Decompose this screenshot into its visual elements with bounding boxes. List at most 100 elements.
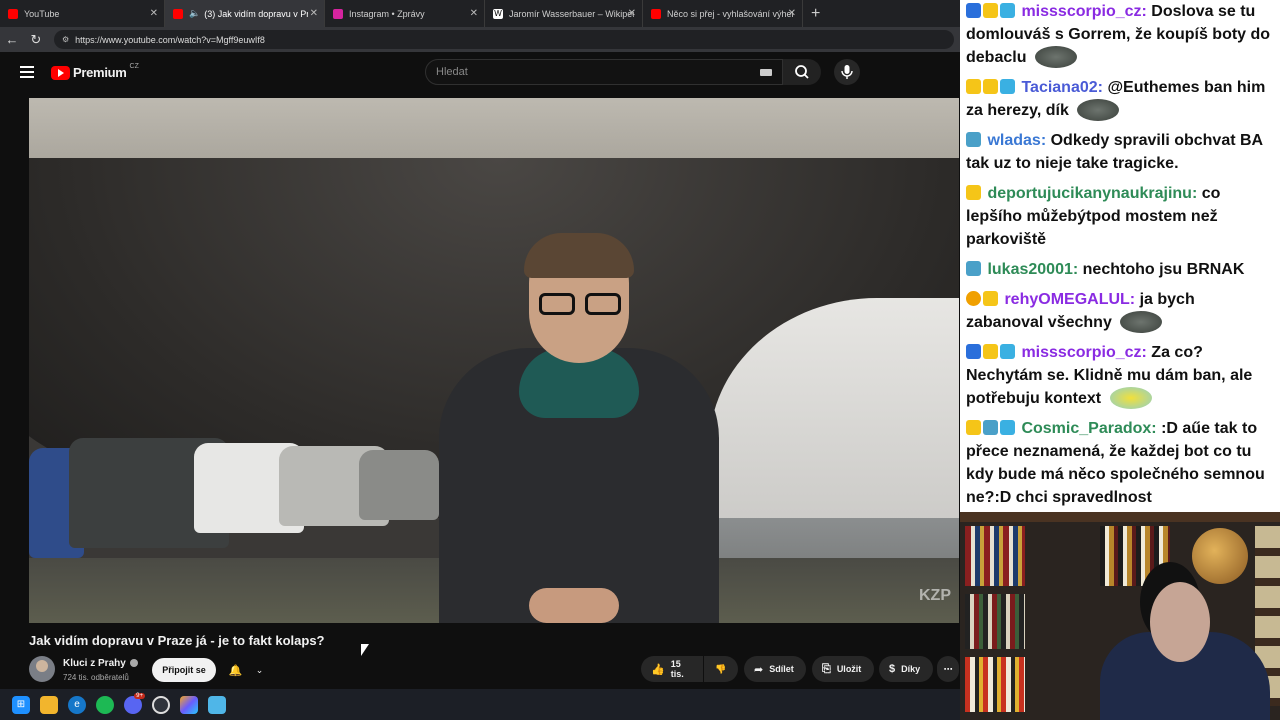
chat-username[interactable]: deportujucikanynaukrajinu (987, 185, 1191, 202)
youtube-logo[interactable]: Premium CZ (51, 63, 139, 80)
chat-username[interactable]: Taciana02 (1021, 79, 1097, 96)
youtube-favicon-icon (8, 8, 18, 19)
search-placeholder: Hledat (436, 66, 468, 78)
video-scene-car (359, 450, 439, 520)
badge-icon (966, 344, 981, 359)
cam-scene-globe (1192, 528, 1248, 584)
thumbs-down-icon: 👎 (715, 663, 727, 674)
file-explorer-icon[interactable] (40, 695, 58, 714)
chat-text: nechtoho jsu BRNAK (1082, 261, 1245, 278)
chat-username[interactable]: missscorpio_cz (1021, 344, 1141, 361)
close-icon[interactable]: ✕ (628, 8, 636, 19)
chat-username[interactable]: wladas (987, 132, 1040, 149)
tab-neco-si-prej[interactable]: Něco si přej - vyhlašování výherců ✕ (643, 0, 803, 27)
obs-icon[interactable] (152, 695, 170, 714)
close-icon[interactable]: ✕ (788, 8, 796, 19)
dislike-button[interactable]: 👎 (704, 656, 738, 682)
reload-icon[interactable]: ↻ (24, 32, 48, 48)
video-watermark: KZP (919, 587, 951, 604)
more-actions-button[interactable]: ⋯ (937, 656, 959, 682)
badge-icon (1000, 420, 1015, 435)
youtube-play-icon (51, 65, 70, 80)
copilot-icon[interactable] (180, 695, 198, 714)
chat-message: lukas20001: nechtoho jsu BRNAK (966, 258, 1274, 281)
notepad-icon[interactable] (208, 695, 226, 714)
channel-avatar[interactable] (29, 656, 55, 682)
voice-search-button[interactable] (834, 59, 860, 85)
close-icon[interactable]: ✕ (470, 8, 478, 19)
badge-icon (983, 291, 998, 306)
discord-icon[interactable]: 9+ (124, 692, 145, 714)
new-tab-icon[interactable]: + (811, 0, 820, 27)
tab-label: Jaromír Wasserbauer – Wikipedie (509, 8, 634, 19)
emote-icon (1077, 99, 1120, 121)
badge-icon (966, 132, 981, 147)
edge-icon[interactable]: e (68, 695, 86, 714)
search-button[interactable] (783, 59, 821, 85)
mouse-cursor-icon (361, 644, 369, 656)
search-icon (795, 65, 809, 79)
video-player[interactable]: KZP (29, 98, 959, 623)
more-icon: ⋯ (943, 663, 953, 674)
thanks-icon: $ (889, 663, 896, 675)
notification-settings-button[interactable]: 🔔 ⌄ (222, 658, 270, 682)
cam-scene-head (1150, 582, 1210, 662)
search-input[interactable]: Hledat (425, 59, 783, 85)
badge-icon (983, 79, 998, 94)
windows-icon[interactable]: ⊞ (12, 695, 30, 714)
chat-message: missscorpio_cz: Doslova se tu domlouváš … (966, 3, 1271, 68)
logo-region: CZ (129, 63, 139, 70)
chat-message: deportujucikanynaukrajinu: co lepšího mů… (966, 185, 1221, 248)
close-icon[interactable]: ✕ (150, 8, 158, 19)
subscriber-count: 724 tis. odběratelů (63, 673, 129, 682)
badge-icon (966, 420, 981, 435)
channel-name-text: Kluci z Prahy (63, 658, 126, 669)
video-scene-glasses (535, 293, 625, 315)
badge-icon (1000, 3, 1015, 18)
taskbar: ⊞ e 9+ (0, 689, 960, 720)
badge-icon (966, 185, 981, 200)
chat-username[interactable]: rehyOMEGALUL (1004, 291, 1129, 308)
thanks-label: Díky (901, 664, 921, 674)
join-button[interactable]: Připojit se (152, 658, 216, 682)
chat-message: rehyOMEGALUL: ja bych zabanoval všechny (966, 291, 1195, 333)
tab-current-video[interactable]: 🔈 (3) Jak vidím dopravu v Praze ✕ (165, 0, 325, 27)
site-info-icon[interactable]: ⚙ (62, 35, 69, 44)
badge-icon (1000, 344, 1015, 359)
channel-name[interactable]: Kluci z Prahy (63, 658, 138, 669)
share-button[interactable]: ➦ Sdílet (744, 656, 806, 682)
stream-chat: missscorpio_cz: Doslova se tu domlouváš … (960, 0, 1280, 512)
url-field[interactable]: ⚙ https://www.youtube.com/watch?v=Mgff9e… (54, 30, 954, 49)
menu-icon[interactable] (20, 66, 34, 78)
emote-icon (1109, 387, 1152, 409)
speaker-icon[interactable]: 🔈 (189, 8, 200, 19)
chat-username[interactable]: Cosmic_Paradox (1021, 420, 1151, 437)
tab-wikipedia[interactable]: W Jaromír Wasserbauer – Wikipedie ✕ (485, 0, 643, 27)
emote-icon (1034, 46, 1077, 68)
chevron-down-icon: ⌄ (255, 664, 264, 675)
badge-icon (966, 261, 981, 276)
close-icon[interactable]: ✕ (310, 8, 318, 19)
badge-icon (966, 79, 981, 94)
badge-icon (983, 420, 998, 435)
chat-username[interactable]: lukas20001 (987, 261, 1072, 278)
badge-icon (1000, 79, 1015, 94)
youtube-header: Premium CZ Hledat (0, 52, 960, 94)
instagram-favicon-icon (333, 8, 343, 19)
like-button[interactable]: 👍 15 tis. (641, 656, 703, 682)
bell-icon: 🔔 (228, 664, 243, 677)
tab-instagram[interactable]: Instagram • Zprávy ✕ (325, 0, 485, 27)
video-scene-hands (529, 588, 619, 623)
thanks-button[interactable]: $ Díky (879, 656, 933, 682)
url-text: https://www.youtube.com/watch?v=Mgff9euw… (75, 34, 265, 45)
verified-icon (129, 659, 138, 668)
spotify-icon[interactable] (96, 695, 114, 714)
keyboard-icon[interactable] (760, 69, 772, 76)
video-title: Jak vidím dopravu v Praze já - je to fak… (29, 633, 325, 648)
tab-label: YouTube (24, 8, 60, 19)
video-scene-hair (524, 233, 634, 278)
back-icon[interactable]: ← (0, 32, 24, 47)
tab-youtube[interactable]: YouTube ✕ (0, 0, 165, 27)
save-button[interactable]: ⎘ Uložit (812, 656, 874, 682)
chat-username[interactable]: missscorpio_cz (1021, 3, 1141, 20)
